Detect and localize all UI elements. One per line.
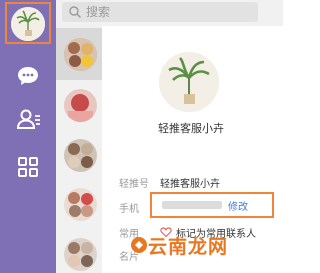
list-item[interactable] (56, 80, 102, 132)
profile-name: 轻推客服小卉 (158, 123, 224, 135)
contacts-icon[interactable] (14, 105, 42, 133)
list-item[interactable] (56, 180, 102, 232)
group-avatar-icon (64, 188, 97, 221)
group-avatar-icon (64, 238, 97, 271)
plant-avatar-icon (11, 7, 45, 41)
account-label: 轻推号 (119, 179, 149, 190)
watermark-text: 云南龙网 (148, 237, 229, 258)
contact-avatar (64, 188, 97, 221)
search-placeholder: 搜索 (86, 5, 111, 19)
list-item[interactable] (56, 28, 102, 80)
contact-avatar (64, 89, 97, 122)
account-value: 轻推客服小卉 (160, 179, 220, 190)
edit-phone-button[interactable]: 修改 (228, 198, 248, 213)
phone-field-highlight: 修改 (150, 192, 274, 218)
group-avatar-icon (64, 139, 97, 172)
phone-label: 手机 (119, 204, 139, 215)
my-avatar-highlight[interactable] (5, 2, 51, 44)
contact-avatar (64, 139, 97, 172)
my-avatar[interactable] (11, 7, 45, 41)
search-icon (69, 6, 81, 18)
list-item[interactable] (56, 130, 102, 182)
contact-avatar (64, 38, 97, 71)
conversation-list (56, 0, 102, 273)
phone-value-masked (162, 201, 222, 209)
search-area: 搜索 (56, 0, 283, 26)
group-avatar-icon (64, 38, 97, 71)
nav-rail (0, 0, 56, 273)
apps-grid-icon[interactable] (14, 153, 42, 181)
watermark-logo-icon (131, 237, 147, 253)
group-avatar-icon (64, 89, 97, 122)
profile-avatar (159, 52, 219, 112)
contact-avatar (64, 238, 97, 271)
search-input[interactable]: 搜索 (62, 2, 258, 22)
list-item[interactable] (56, 230, 102, 273)
plant-avatar-icon (159, 52, 219, 112)
chat-icon[interactable] (14, 62, 42, 90)
